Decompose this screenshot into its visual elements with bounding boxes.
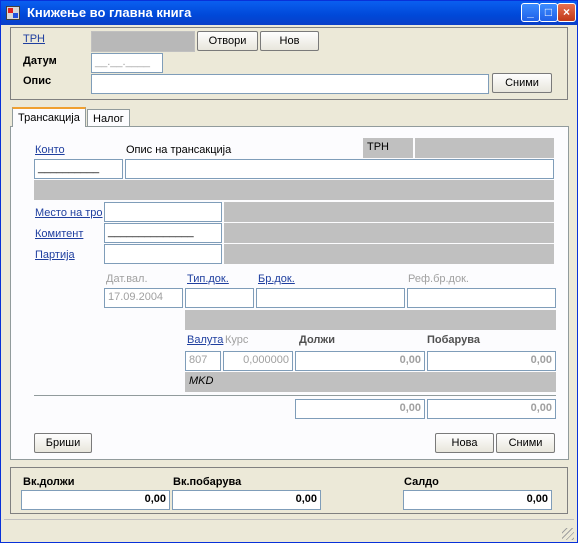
- partija-link[interactable]: Партија: [35, 249, 75, 261]
- totals-separator: [34, 395, 556, 396]
- vk-pobaruva-label: Вк.побарува: [173, 476, 242, 488]
- transaction-tab-page: Конто Опис на трансакција ТРН __________…: [10, 126, 569, 460]
- brdok-field[interactable]: [256, 288, 405, 308]
- description-field[interactable]: [91, 74, 489, 94]
- opis-label: Опис на трансакција: [126, 144, 232, 156]
- title-bar[interactable]: Книжење во главна книга _ □ ×: [1, 1, 577, 25]
- komintent-link[interactable]: Комитент: [35, 228, 83, 240]
- header-group: ТРН Отвори Нов Датум __.__.____ Опис Сни…: [10, 27, 568, 100]
- minimize-icon[interactable]: _: [521, 3, 540, 22]
- date-field[interactable]: __.__.____: [91, 53, 163, 73]
- date-label: Датум: [23, 55, 57, 67]
- partija-field[interactable]: [104, 244, 222, 264]
- vk-pobaruva-field: 0,00: [172, 490, 321, 510]
- valuta-field[interactable]: 807: [185, 351, 221, 371]
- maximize-icon[interactable]: □: [539, 3, 558, 22]
- konto-name-box: [34, 180, 554, 200]
- tab-transaction[interactable]: Трансакција: [12, 107, 86, 127]
- delete-button[interactable]: Бриши: [34, 433, 92, 453]
- window-title: Книжење во главна книга: [27, 5, 192, 20]
- valuta-link[interactable]: Валута: [187, 334, 223, 346]
- konto-field[interactable]: __________: [34, 159, 123, 179]
- tipdok-link[interactable]: Тип.док.: [187, 273, 229, 285]
- trn-label-box: ТРН: [363, 138, 413, 158]
- tipdok-field[interactable]: [185, 288, 254, 308]
- document-info-box: [185, 310, 556, 330]
- datval-label: Дат.вал.: [106, 273, 148, 285]
- transaction-save-button[interactable]: Сними: [496, 433, 555, 453]
- vk-dolzi-label: Вк.должи: [23, 476, 75, 488]
- main-window: Книжење во главна книга _ □ × ТРН Отвори…: [0, 0, 578, 543]
- dolzi-label: Должи: [299, 334, 335, 346]
- currency-name-box: MKD: [185, 372, 556, 392]
- refbrdok-field[interactable]: [407, 288, 556, 308]
- pobaruva-label: Побарува: [427, 334, 480, 346]
- pobaruva-field[interactable]: 0,00: [427, 351, 556, 371]
- open-button[interactable]: Отвори: [197, 31, 258, 51]
- mesto-link[interactable]: Место на тро: [35, 207, 103, 219]
- description-label: Опис: [23, 75, 52, 87]
- new-button[interactable]: Нов: [260, 31, 319, 51]
- app-icon: [6, 6, 20, 20]
- dolzi-field[interactable]: 0,00: [295, 351, 425, 371]
- mesto-field[interactable]: [104, 202, 222, 222]
- kurs-label: Курс: [225, 334, 249, 346]
- komintent-field[interactable]: ______________: [104, 223, 222, 243]
- status-bar: [4, 519, 574, 540]
- konto-link[interactable]: Конто: [35, 144, 65, 156]
- datval-field[interactable]: 17.09.2004: [104, 288, 183, 308]
- transaction-description-field[interactable]: [125, 159, 554, 179]
- total-pobaruva-field: 0,00: [427, 399, 556, 419]
- partija-name-box: [224, 244, 554, 264]
- komintent-name-box: [224, 223, 554, 243]
- mesto-name-box: [224, 202, 554, 222]
- new-transaction-button[interactable]: Нова: [435, 433, 494, 453]
- saldo-field: 0,00: [403, 490, 552, 510]
- trn-field: [91, 31, 195, 52]
- trn-link[interactable]: ТРН: [23, 33, 45, 45]
- brdok-link[interactable]: Бр.док.: [258, 273, 295, 285]
- refbrdok-label: Реф.бр.док.: [408, 273, 469, 285]
- tab-order[interactable]: Налог: [87, 109, 130, 127]
- close-icon[interactable]: ×: [557, 3, 576, 22]
- trn-value-box: [415, 138, 554, 158]
- totals-group: Вк.должи Вк.побарува Салдо 0,00 0,00 0,0…: [10, 467, 568, 514]
- total-dolzi-field: 0,00: [295, 399, 425, 419]
- header-save-button[interactable]: Сними: [492, 73, 552, 93]
- saldo-label: Салдо: [404, 476, 439, 488]
- kurs-field[interactable]: 0,000000: [223, 351, 293, 371]
- vk-dolzi-field: 0,00: [21, 490, 170, 510]
- resize-grip[interactable]: [562, 528, 574, 540]
